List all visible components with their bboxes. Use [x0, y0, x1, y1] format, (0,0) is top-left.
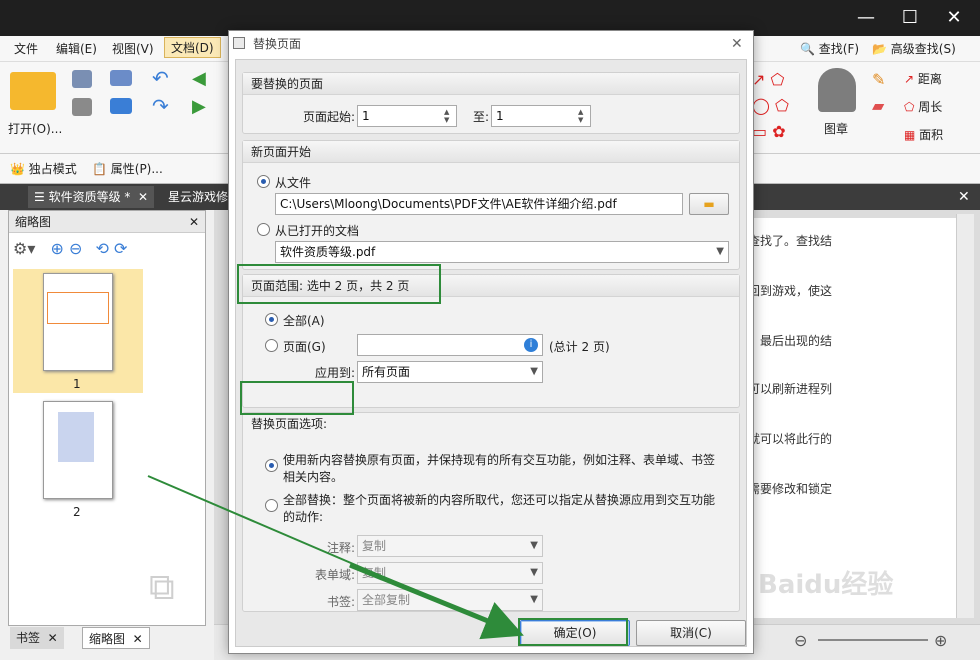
- annotation-thick-arrow: [349, 562, 524, 640]
- annotation-arrow-layer: [147, 475, 524, 640]
